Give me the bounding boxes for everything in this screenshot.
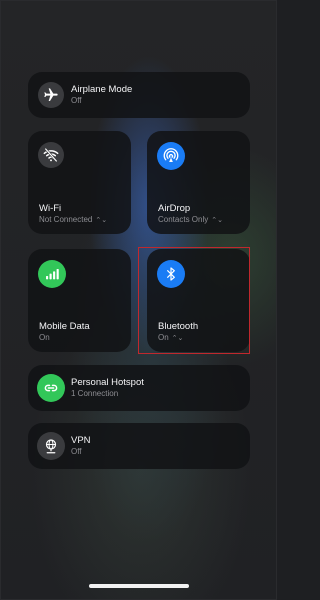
vpn-label: VPN [71,435,91,446]
airplane-mode-status: Off [71,96,82,105]
bluetooth-toggle[interactable]: Bluetooth On ⌃⌄ [147,249,250,352]
airdrop-label: AirDrop [158,203,191,214]
airplane-mode-toggle[interactable]: Airplane Mode Off [28,72,250,118]
personal-hotspot-label: Personal Hotspot [71,377,144,388]
wifi-off-icon [38,142,64,168]
mobile-data-label: Mobile Data [39,321,90,332]
vpn-status: Off [71,447,82,456]
airdrop-icon [157,142,185,170]
airdrop-status: Contacts Only ⌃⌄ [158,215,223,224]
wifi-label: Wi-Fi [39,203,62,214]
bluetooth-icon [157,260,185,288]
airplane-icon [38,82,64,108]
mobile-data-status: On [39,333,50,342]
vpn-globe-icon [37,432,65,460]
home-indicator[interactable] [89,584,189,588]
bluetooth-chevron-icon: ⌃⌄ [171,335,184,342]
personal-hotspot-status: 1 Connection [71,389,119,398]
airdrop-toggle[interactable]: AirDrop Contacts Only ⌃⌄ [147,131,250,234]
personal-hotspot-toggle[interactable]: Personal Hotspot 1 Connection [28,365,250,411]
vpn-toggle[interactable]: VPN Off [28,423,250,469]
bluetooth-label: Bluetooth [158,321,199,332]
bluetooth-status: On ⌃⌄ [158,333,184,342]
cellular-icon [38,260,66,288]
airplane-mode-label: Airplane Mode [71,84,133,95]
wifi-toggle[interactable]: Wi-Fi Not Connected ⌃⌄ [28,131,131,234]
wifi-status: Not Connected ⌃⌄ [39,215,108,224]
wifi-chevron-icon: ⌃⌄ [95,217,108,224]
hotspot-icon [37,374,65,402]
airdrop-chevron-icon: ⌃⌄ [211,217,223,224]
mobile-data-toggle[interactable]: Mobile Data On [28,249,131,352]
connectivity-panel: Airplane Mode Off Wi-Fi Not Connected⌃⌄ [0,0,277,600]
